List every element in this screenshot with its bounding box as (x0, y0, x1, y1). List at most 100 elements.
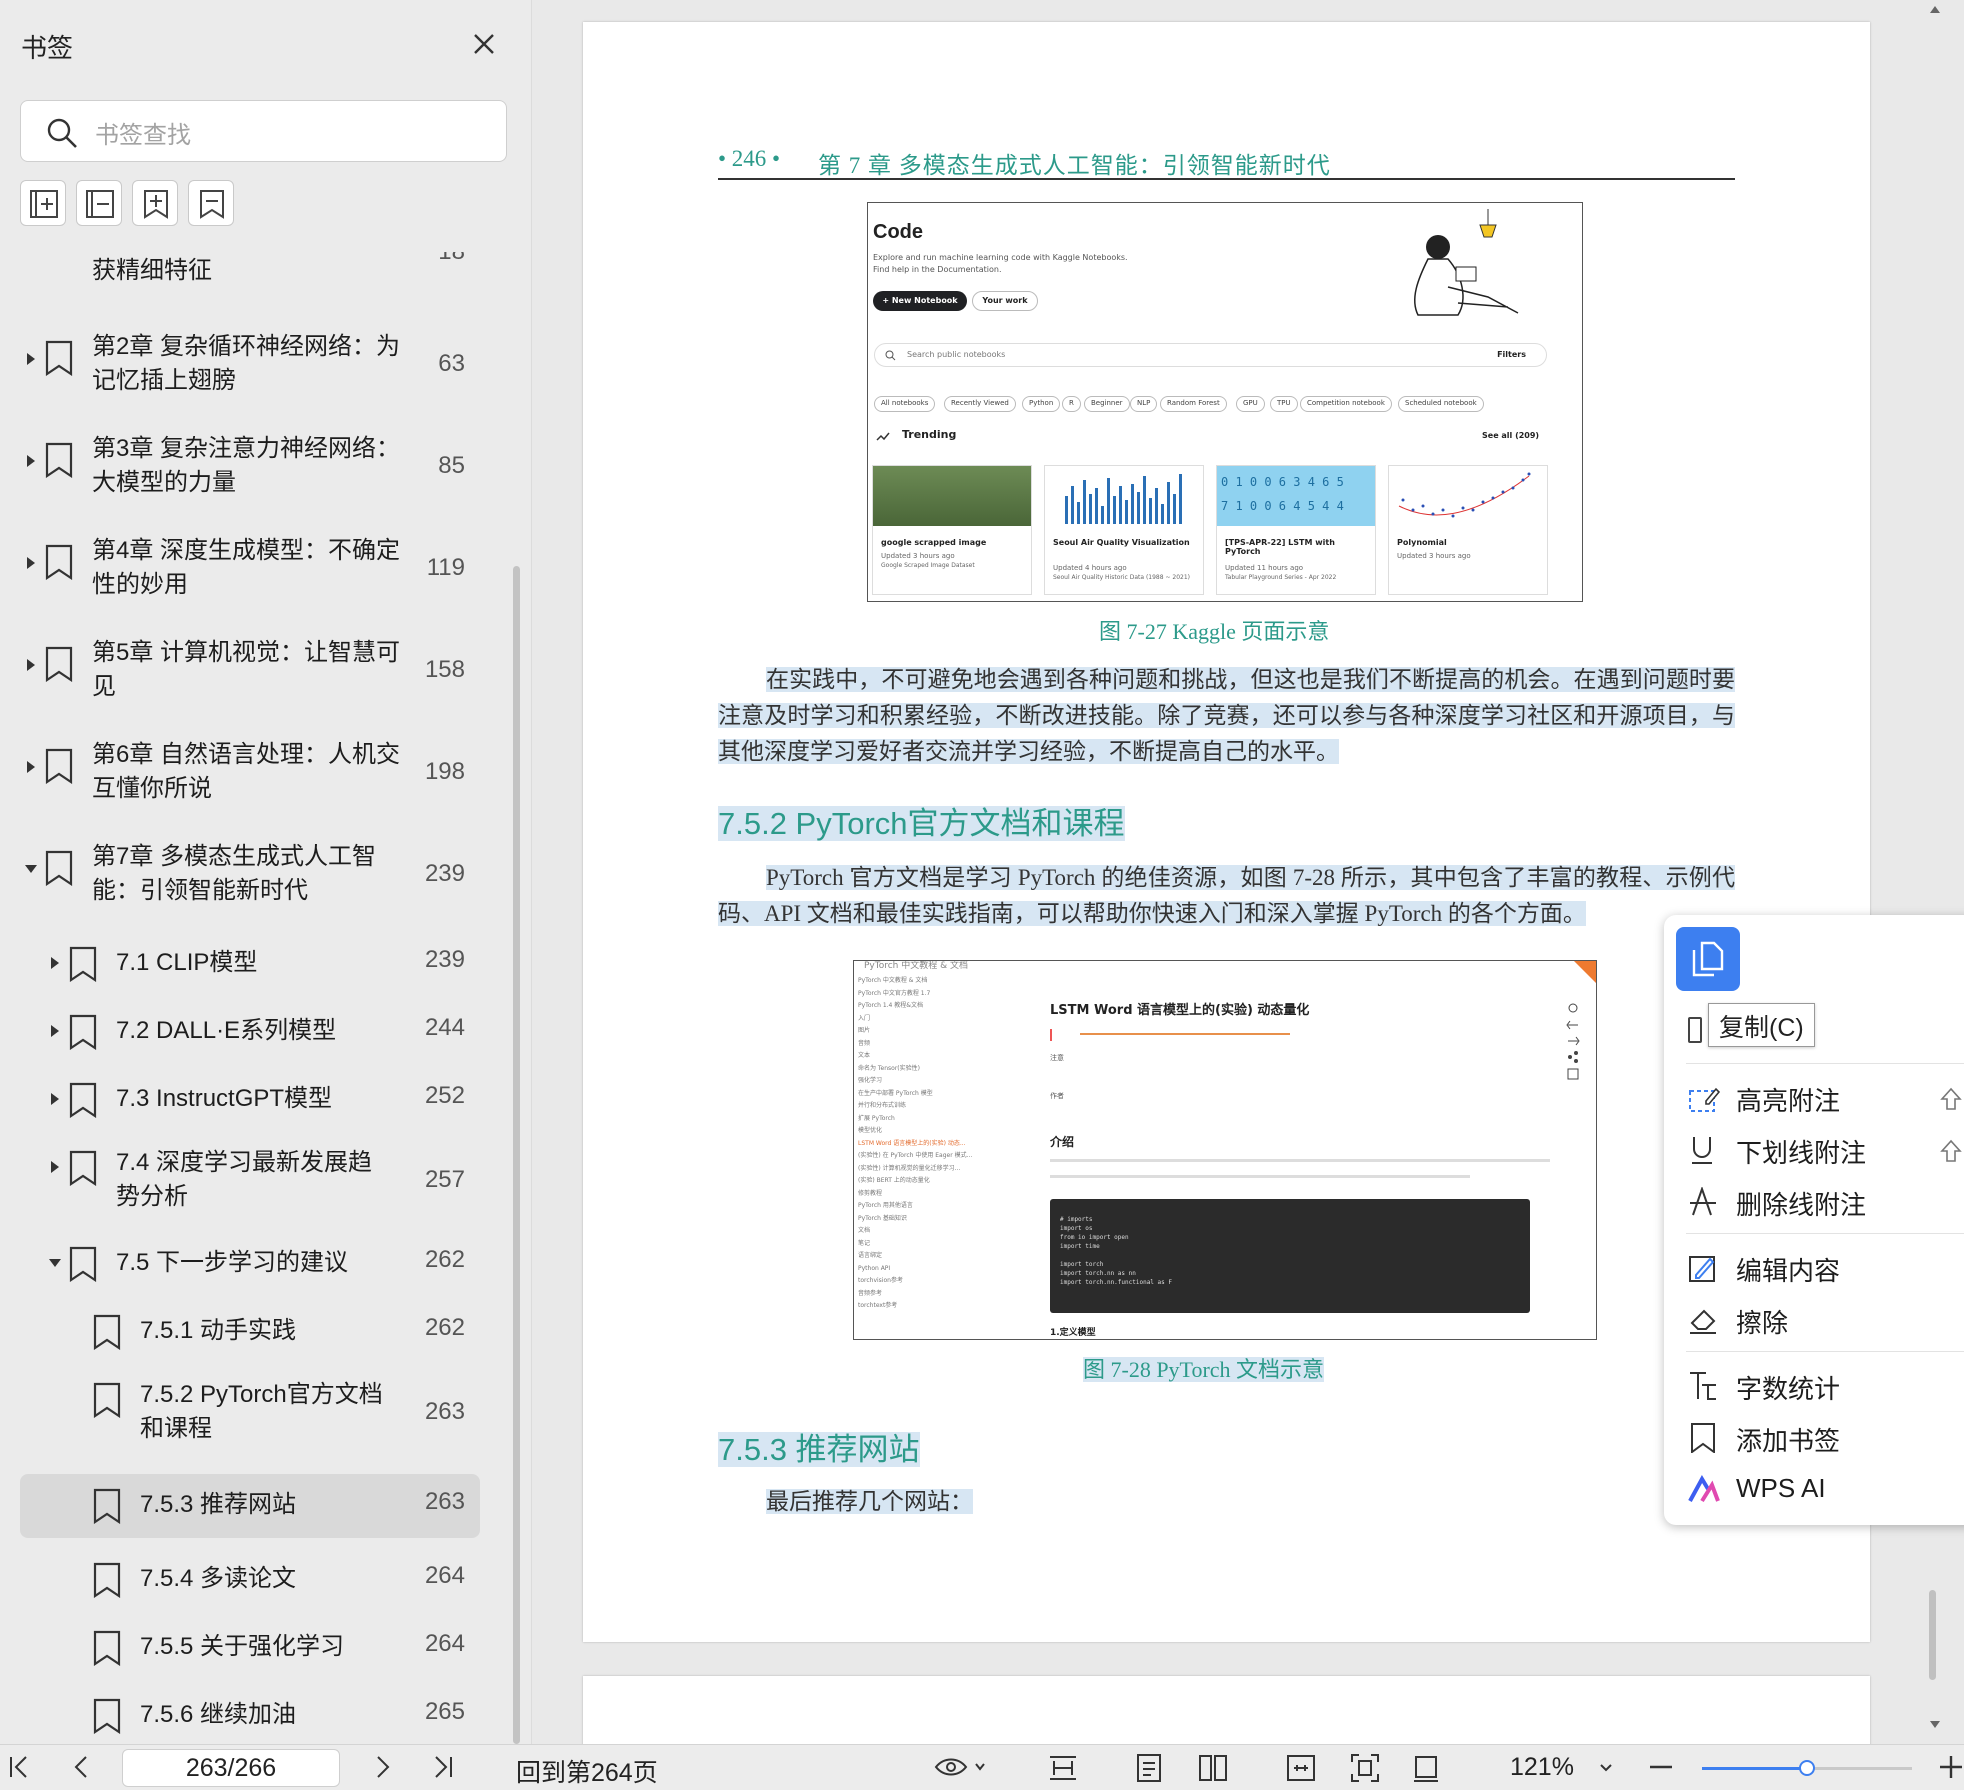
checkbox-icon[interactable] (1688, 1017, 1702, 1043)
selected-text: 最后推荐几个网站： (766, 1489, 973, 1514)
zoom-out-icon[interactable] (1648, 1753, 1674, 1781)
add-bookmark-item[interactable]: 添加书签 (1688, 1419, 1964, 1459)
selected-text: 在实践中，不可避免地会遇到各种问题和挑战，但这也是我们不断提高的机会。在遇到问题… (718, 667, 1735, 764)
expand-arrow-icon[interactable] (48, 1024, 62, 1038)
bookmark-item-7-5-1[interactable]: 7.5.1 动手实践 262 (20, 1310, 480, 1354)
scroll-up-icon[interactable] (1929, 4, 1941, 14)
collapse-arrow-icon[interactable] (48, 1256, 62, 1270)
zoom-slider[interactable] (1702, 1760, 1912, 1776)
nav-item: PyTorch 中文官方教程 1.7 (858, 989, 931, 997)
expand-arrow-icon[interactable] (48, 1160, 62, 1174)
bookmark-page: 18 (438, 252, 465, 266)
zoom-dropdown-icon[interactable] (1598, 1753, 1614, 1781)
expand-arrow-icon[interactable] (48, 956, 62, 970)
bookmark-item-7-5[interactable]: 7.5 下一步学习的建议 262 (20, 1242, 480, 1286)
word-count-item[interactable]: 字数统计 (1688, 1367, 1964, 1407)
bookmark-search-input[interactable]: 书签查找 (20, 100, 507, 162)
back-to-page-link[interactable]: 回到第264页 (516, 1753, 658, 1789)
bookmark-item-ch4[interactable]: 第4章 深度生成模型：不确定 性的妙用 119 (20, 534, 480, 606)
prev-page-icon[interactable] (72, 1753, 90, 1781)
next-page-icon[interactable] (374, 1753, 392, 1781)
bookmark-item-ch7[interactable]: 第7章 多模态生成式人工智 能：引领智能新时代 239 (20, 840, 480, 912)
bookmark-item-ch2[interactable]: 第2章 复杂循环神经网络：为 记忆插上翅膀 63 (20, 330, 480, 402)
bookmark-item-7-5-4[interactable]: 7.5.4 多读论文 264 (20, 1558, 480, 1602)
section-heading[interactable]: 7.5.3 推荐网站 (718, 1424, 920, 1469)
section-heading[interactable]: 7.5.2 PyTorch官方文档和课程 (718, 798, 1125, 843)
bookmark-item-ch5[interactable]: 第5章 计算机视觉：让智慧可见 158 (20, 636, 480, 708)
menu-divider (1686, 1351, 1964, 1352)
bookmark-item-7-5-6[interactable]: 7.5.6 继续加油 265 (20, 1694, 480, 1738)
menu-label: WPS AI (1736, 1473, 1826, 1503)
your-work-button: Your work (972, 291, 1038, 311)
eye-mode-icon[interactable] (934, 1753, 986, 1781)
highlight-note-item[interactable]: 高亮附注 (1688, 1079, 1964, 1119)
kaggle-chip: Scheduled notebook (1398, 396, 1484, 412)
bookmark-label: 7.5.4 多读论文 (140, 1565, 297, 1592)
two-page-icon[interactable] (1198, 1753, 1228, 1783)
fit-page-icon[interactable] (1350, 1753, 1380, 1783)
pytorch-title: LSTM Word 语言模型上的(实验) 动态量化 (1050, 1003, 1310, 1018)
paragraph[interactable]: 最后推荐几个网站： (718, 1484, 1735, 1520)
bookmark-item[interactable]: 获精细特征 18 (20, 252, 480, 288)
bookmark-item-7-1[interactable]: 7.1 CLIP模型 239 (20, 942, 480, 986)
fit-width-icon[interactable] (1286, 1753, 1316, 1783)
bookmark-item-ch6[interactable]: 第6章 自然语言处理：人机交 互懂你所说 198 (20, 738, 480, 810)
bookmark-label: 第6章 自然语言处理：人机交 互懂你所说 (92, 741, 401, 802)
bookmark-item-7-5-2[interactable]: 7.5.2 PyTorch官方文档 和课程 263 (20, 1378, 480, 1450)
nav-item: torchvision参考 (858, 1277, 903, 1284)
bookmark-icon (45, 850, 73, 886)
single-page-icon[interactable] (1134, 1753, 1164, 1783)
note-label: 注意 (1050, 1054, 1064, 1062)
intro-heading: 介绍 (1050, 1135, 1075, 1149)
zoom-slider-knob[interactable] (1799, 1760, 1815, 1776)
bookmark-button[interactable] (188, 180, 234, 226)
edit-content-item[interactable]: 编辑内容 (1688, 1249, 1964, 1289)
expand-arrow-icon[interactable] (24, 658, 38, 672)
card-title: Polynomial (1397, 538, 1447, 547)
expand-arrow-icon[interactable] (24, 352, 38, 366)
bookmark-icon (45, 544, 73, 580)
add-bookmark-button[interactable] (132, 180, 178, 226)
bookmark-item-7-4[interactable]: 7.4 深度学习最新发展趋 势分析 257 (20, 1146, 480, 1218)
first-page-icon[interactable] (8, 1753, 30, 1781)
zoom-in-icon[interactable] (1938, 1753, 1964, 1781)
continuous-scroll-icon[interactable] (1048, 1753, 1078, 1783)
collapse-all-button[interactable] (76, 180, 122, 226)
illustration-icon (1414, 209, 1519, 316)
eraser-item[interactable]: 擦除 (1688, 1301, 1964, 1341)
bookmark-item-7-2[interactable]: 7.2 DALL·E系列模型 244 (20, 1010, 480, 1054)
expand-arrow-icon[interactable] (24, 760, 38, 774)
zoom-level[interactable]: 121% (1510, 1753, 1574, 1782)
wps-ai-item[interactable]: WPS AI (1688, 1471, 1964, 1511)
collapse-arrow-icon[interactable] (24, 862, 38, 876)
paragraph[interactable]: PyTorch 官方文档是学习 PyTorch 的绝佳资源，如图 7-28 所示… (718, 860, 1735, 932)
close-icon[interactable] (470, 30, 498, 58)
bookmark-item-7-3[interactable]: 7.3 InstructGPT模型 252 (20, 1078, 480, 1122)
toolbar-icons (1566, 1003, 1580, 1080)
bookmark-item-ch3[interactable]: 第3章 复杂注意力神经网络： 大模型的力量 85 (20, 432, 480, 504)
scroll-down-icon[interactable] (1929, 1720, 1941, 1730)
expand-arrow-icon[interactable] (24, 454, 38, 468)
bookmark-item-7-5-3-selected[interactable]: 7.5.3 推荐网站 263 (20, 1474, 480, 1538)
nav-item: 文档 (858, 1227, 871, 1234)
last-page-icon[interactable] (432, 1753, 454, 1781)
bookmark-icon (93, 1488, 121, 1524)
page-number-input[interactable]: 263/266 (122, 1749, 340, 1787)
document-scrollbar[interactable] (1929, 1590, 1936, 1680)
copy-button[interactable] (1676, 927, 1740, 991)
paragraph[interactable]: 在实践中，不可避免地会遇到各种问题和挑战，但这也是我们不断提高的机会。在遇到问题… (718, 662, 1735, 770)
bookmark-item-7-5-5[interactable]: 7.5.5 关于强化学习 264 (20, 1626, 480, 1670)
figure-caption[interactable]: 图 7-28 PyTorch 文档示意 (1083, 1352, 1325, 1384)
expand-arrow-icon[interactable] (24, 556, 38, 570)
expand-all-button[interactable] (20, 180, 66, 226)
collapse-all-icon (86, 190, 114, 218)
nav-item: 音频参考 (858, 1289, 883, 1297)
new-notebook-button: + New Notebook (873, 291, 967, 311)
card-sub: Updated 3 hours ago (881, 552, 955, 560)
nav-item: PyTorch 中文教程 & 文档 (858, 977, 928, 984)
expand-arrow-icon[interactable] (48, 1092, 62, 1106)
underline-note-item[interactable]: 下划线附注 (1688, 1131, 1964, 1171)
sidebar-scrollbar[interactable] (513, 566, 520, 1744)
strikethrough-note-item[interactable]: 删除线附注 (1688, 1183, 1964, 1223)
rotate-page-icon[interactable] (1412, 1753, 1442, 1783)
